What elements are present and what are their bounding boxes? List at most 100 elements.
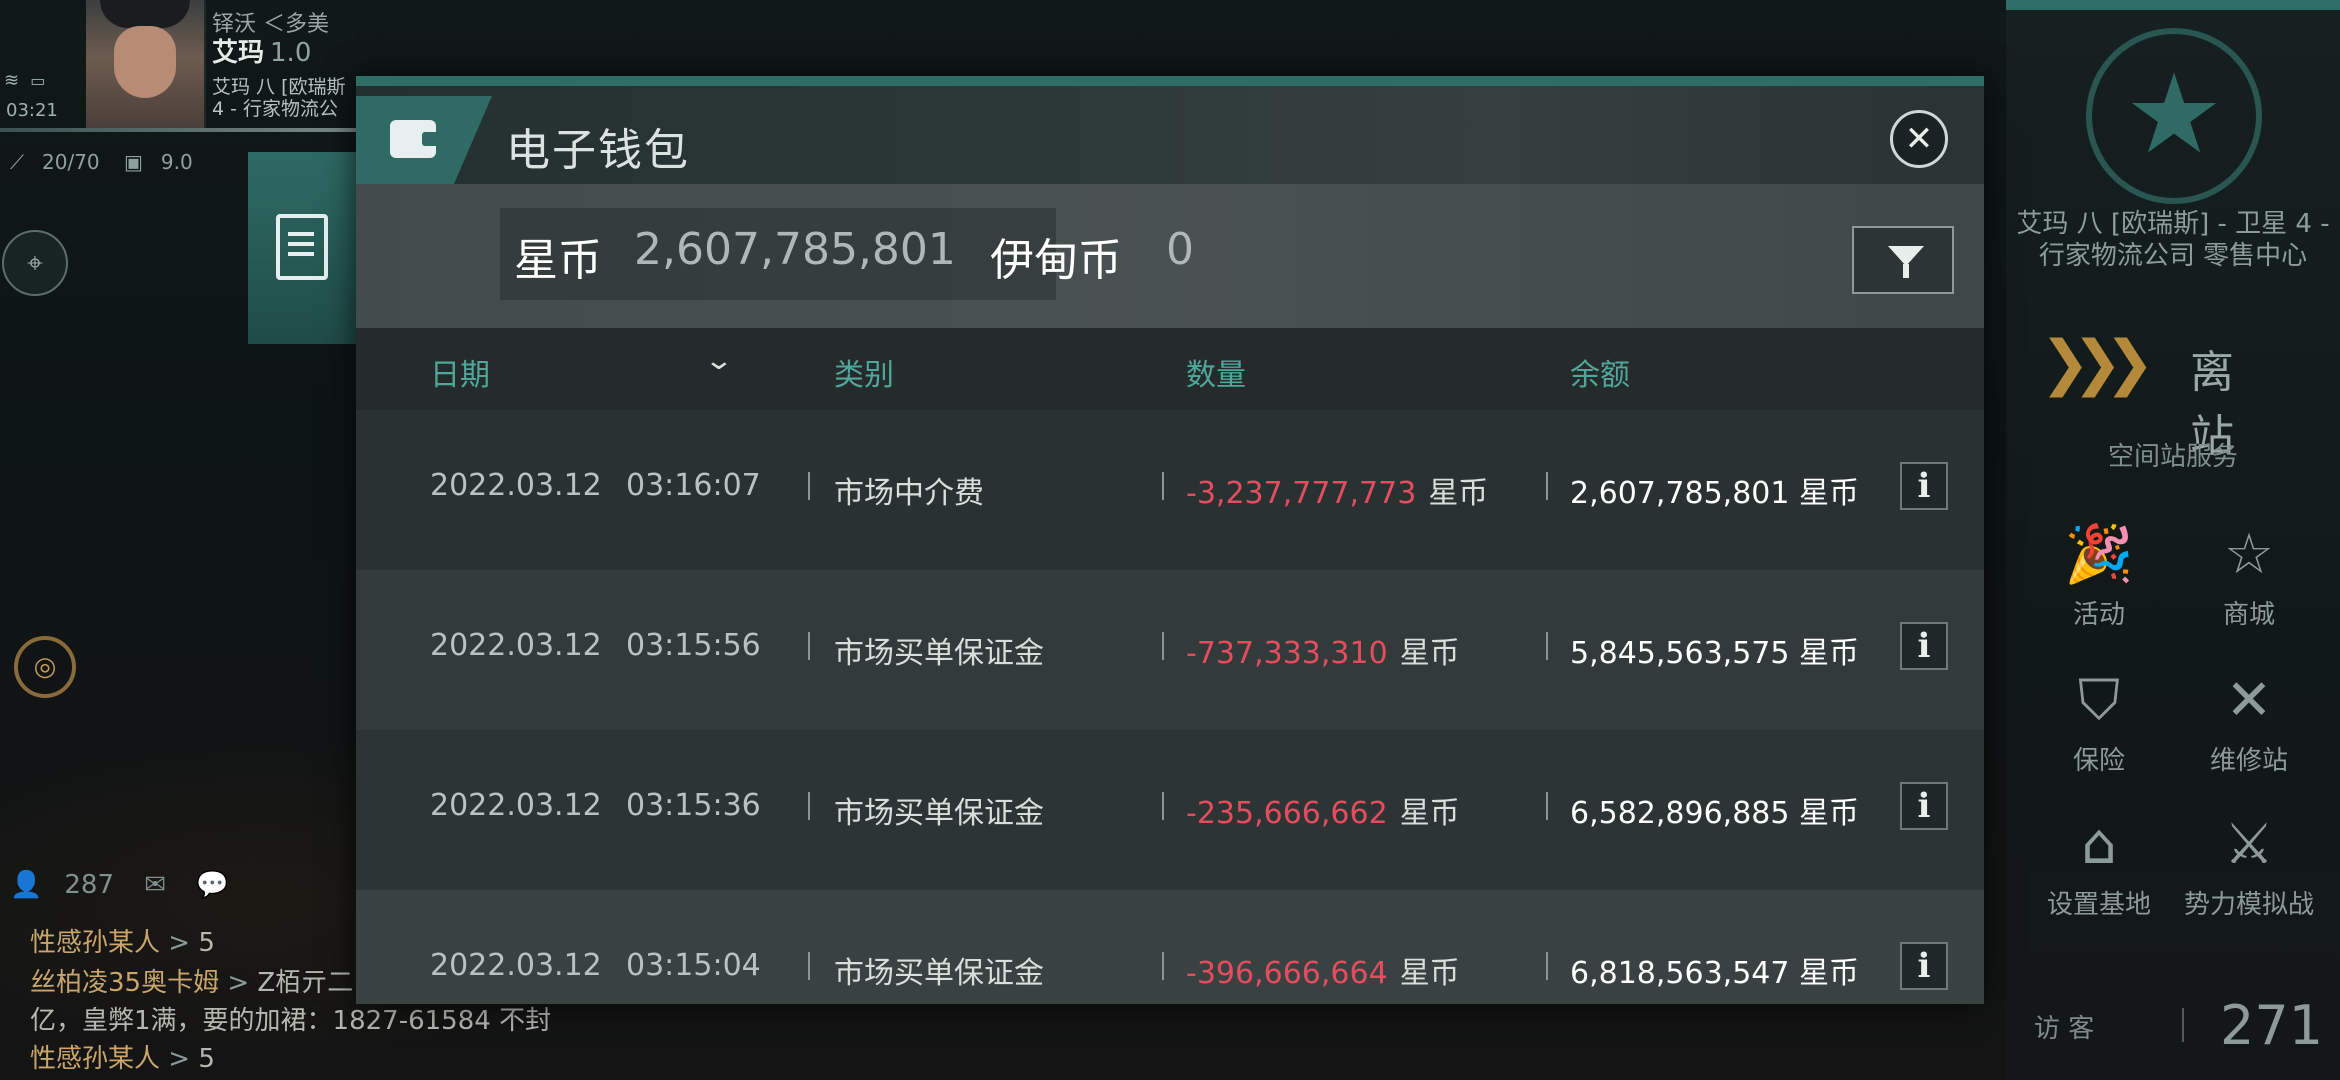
visitor-divider (2182, 1008, 2184, 1042)
row-date: 2022.03.12 (430, 628, 602, 663)
row-time: 03:15:36 (626, 788, 761, 823)
row-category: 市场买单保证金 (834, 796, 1044, 831)
balance-bar: 星币 2,607,785,801 伊甸币 0 (356, 184, 1984, 328)
row-category: 市场买单保证金 (834, 956, 1044, 991)
mail-icon[interactable]: ✉ (144, 870, 166, 900)
row-category: 市场买单保证金 (834, 636, 1044, 671)
row-date: 2022.03.12 (430, 788, 602, 823)
visitor-label: 访 客 (2034, 1014, 2095, 1044)
target-icon[interactable]: ◎ (14, 636, 76, 698)
modal-title: 电子钱包 (506, 125, 690, 176)
row-divider (1546, 952, 1548, 980)
row-time: 03:16:07 (626, 468, 761, 503)
row-divider (1162, 792, 1164, 820)
row-divider (1162, 952, 1164, 980)
journal-tab[interactable] (248, 152, 358, 344)
chat-message[interactable]: 丝柏凌35奥卡姆 > Z栢亓二 (30, 962, 353, 999)
info-button[interactable]: i (1900, 942, 1948, 990)
modal-accent-line (356, 76, 1984, 86)
close-button[interactable]: ✕ (1890, 110, 1948, 168)
info-button[interactable]: i (1900, 782, 1948, 830)
services-title: 空间站服务 (2107, 442, 2238, 472)
service-insurance[interactable]: ⛉ 保险 (2024, 666, 2174, 777)
insurance-shield-icon: ⛉ (2078, 668, 2120, 733)
pilot-hud[interactable]: ≋ ▭ 03:21 铎沃 ＜多美 艾玛 1.0 艾玛 八 [欧瑞斯 4 - 行家物… (0, 0, 360, 132)
wrench-icon: ✕ (2225, 668, 2273, 733)
filter-icon (1888, 246, 1924, 266)
chat-sender: 丝柏凌35奥卡姆 (30, 968, 220, 998)
info-button[interactable]: i (1900, 462, 1948, 510)
service-label: 商城 (2222, 600, 2275, 630)
pilot-name: 艾玛 1.0 (212, 32, 311, 69)
cube-icon: ▣ (124, 150, 143, 174)
row-divider (808, 472, 810, 500)
row-date: 2022.03.12 (430, 468, 602, 503)
chat-text: 5 (198, 928, 215, 958)
location-line-1: 艾玛 八 [欧瑞斯 (212, 76, 346, 98)
amount-value: -396,666,664 (1186, 956, 1388, 991)
chat-arrow: > (227, 968, 250, 998)
social-bar: 👤 287 ✉ 💬 (10, 870, 251, 900)
column-balance: 余额 (1570, 358, 1630, 393)
undock-button[interactable]: ❯❯❯ 离 站 (2040, 328, 2310, 462)
pilot-name-text: 艾玛 (212, 38, 265, 68)
chat-message[interactable]: 亿，皇弊1满，要的加裙：1827-61584 不封 (30, 1000, 551, 1037)
service-label: 维修站 (2209, 746, 2288, 776)
amount-unit: 星币 (1428, 476, 1489, 511)
chat-message[interactable]: 性感孙某人 > 5 (30, 922, 215, 959)
service-set-home[interactable]: ⌂ 设置基地 (2024, 810, 2174, 921)
hud-stats[interactable]: ⟋ 20/70 ▣ 9.0 (10, 150, 211, 174)
amount-unit: 星币 (1399, 636, 1460, 671)
row-amount: -3,237,777,773 星币 (1186, 468, 1488, 512)
chat-icon[interactable]: 💬 (196, 870, 228, 900)
amount-unit: 星币 (1399, 956, 1460, 991)
cargo-value: 20/70 (42, 150, 100, 174)
row-divider (1546, 632, 1548, 660)
plex-label: 伊甸币 (990, 235, 1122, 286)
service-events[interactable]: 🎉 活动 (2024, 520, 2174, 631)
pilot-avatar[interactable] (86, 0, 206, 128)
chat-text: 5 (198, 1044, 215, 1074)
location-pin-icon[interactable]: ⌖ (2, 230, 68, 296)
chat-arrow: > (168, 1044, 191, 1074)
service-repair[interactable]: ✕ 维修站 (2174, 666, 2324, 777)
table-row: 2022.03.12 03:15:56 市场买单保证金 -737,333,310… (356, 570, 1984, 730)
wifi-icon: ≋ (4, 70, 20, 91)
plex-balance: 0 (1166, 224, 1194, 275)
row-balance: 2,607,785,801 星币 (1570, 476, 1860, 511)
table-row: 2022.03.12 03:15:36 市场买单保证金 -235,666,662… (356, 730, 1984, 890)
service-label: 设置基地 (2046, 890, 2151, 920)
clock: 03:21 (6, 100, 58, 121)
modal-header: 电子钱包 ✕ (356, 86, 1984, 184)
chat-text: Z栢亓二 (257, 968, 354, 998)
table-header: 日期 类别 数量 余额 (356, 328, 1984, 410)
chevron-down-icon[interactable]: ⌄ (704, 346, 735, 376)
chat-arrow: > (168, 928, 191, 958)
amount-value: -737,333,310 (1186, 636, 1388, 671)
info-button[interactable]: i (1900, 622, 1948, 670)
column-date[interactable]: 日期 (430, 350, 490, 394)
table-row: 2022.03.12 03:15:04 市场买单保证金 -396,666,664… (356, 890, 1984, 1004)
pilot-location[interactable]: 艾玛 八 [欧瑞斯 4 - 行家物流公 (212, 76, 362, 120)
service-shop[interactable]: ☆ 商城 (2174, 520, 2324, 631)
filter-button[interactable] (1852, 226, 1954, 294)
isk-label: 星币 (514, 235, 602, 286)
person-icon[interactable]: 👤 (10, 870, 42, 900)
row-amount: -235,666,662 星币 (1186, 788, 1460, 832)
row-divider (808, 792, 810, 820)
star-shop-icon: ☆ (2223, 522, 2275, 587)
row-amount: -396,666,664 星币 (1186, 948, 1460, 992)
status-indicators: ≋ ▭ (4, 70, 45, 91)
row-divider (1162, 632, 1164, 660)
row-divider (1162, 472, 1164, 500)
row-time: 03:15:04 (626, 948, 761, 983)
column-category: 类别 (834, 358, 894, 393)
amount-unit: 星币 (1399, 796, 1460, 831)
row-divider (808, 632, 810, 660)
row-divider (1546, 792, 1548, 820)
amount-value: -3,237,777,773 (1186, 476, 1417, 511)
chat-message[interactable]: 性感孙某人 > 5 (30, 1038, 215, 1075)
row-balance: 6,818,563,547 星币 (1570, 956, 1860, 991)
avatar-cap (100, 0, 190, 28)
service-faction-warfare[interactable]: ⚔ 势力模拟战 (2174, 810, 2324, 921)
